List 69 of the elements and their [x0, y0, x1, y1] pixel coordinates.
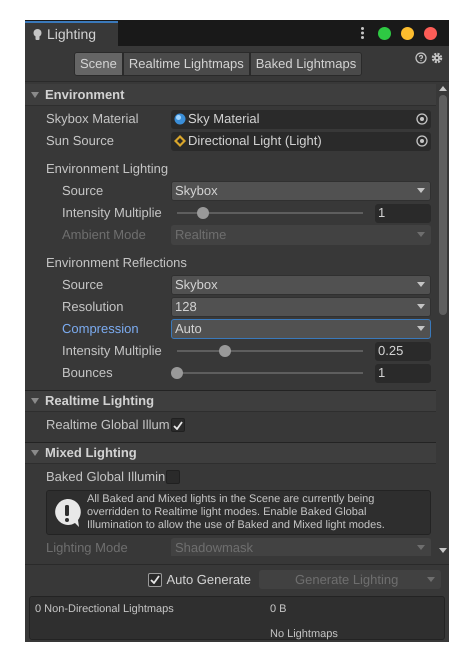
checkbox[interactable]	[148, 572, 162, 586]
object-picker-icon[interactable]	[416, 113, 428, 125]
caret-icon	[31, 397, 39, 405]
light-icon	[174, 135, 186, 147]
sphere-icon	[174, 113, 186, 125]
object-picker-icon[interactable]	[416, 135, 428, 147]
caret-icon	[31, 449, 39, 457]
object-value: Sky Material	[188, 110, 261, 128]
field-label: Sun Source	[46, 132, 115, 150]
field-label: Baked Global Illumin	[46, 468, 166, 486]
tab[interactable]: Scene	[74, 52, 123, 76]
window-tab[interactable]: Lighting	[25, 21, 118, 46]
number-field[interactable]: 1	[375, 204, 431, 222]
field-label: Skybox Material	[46, 110, 140, 128]
tab[interactable]: Baked Lightmaps	[250, 52, 362, 76]
dropdown[interactable]: 128	[171, 297, 431, 317]
caret-icon	[417, 282, 425, 288]
caret-icon	[417, 188, 425, 194]
check-icon	[172, 420, 183, 430]
checkbox[interactable]	[170, 418, 185, 432]
caret-icon	[427, 576, 435, 582]
field-label: Resolution	[62, 298, 124, 316]
field-label: Source	[62, 276, 104, 294]
field-label: Source	[62, 182, 104, 200]
field-label: Bounces	[62, 364, 114, 382]
caret-icon	[417, 304, 425, 310]
help-icon[interactable]	[415, 52, 427, 64]
lightbulb-icon	[33, 28, 42, 40]
dropdown[interactable]: Skybox	[171, 275, 431, 295]
number-field[interactable]: 0.25	[375, 342, 431, 360]
caret-icon	[31, 90, 39, 98]
tab[interactable]: Realtime Lightmaps	[122, 52, 250, 76]
field-label: Compression	[62, 320, 140, 338]
section-header[interactable]: Realtime Lighting	[25, 390, 436, 412]
object-field[interactable]: Directional Light (Light)	[171, 132, 431, 150]
checkbox-label: Auto Generate	[166, 570, 251, 589]
scrollbar-thumb[interactable]	[438, 95, 446, 315]
slider-thumb[interactable]	[219, 345, 232, 357]
caret-icon	[417, 326, 425, 332]
object-field[interactable]: Sky Material	[171, 110, 431, 128]
maximize-button[interactable]	[378, 26, 391, 40]
lightmap-status: No Lightmaps	[270, 626, 338, 642]
lightmap-size: 0 B	[270, 602, 288, 617]
scroll-up-icon[interactable]	[438, 86, 446, 92]
close-button[interactable]	[424, 26, 437, 40]
field-label: Realtime Global Illum	[46, 416, 170, 434]
warning-icon	[53, 498, 81, 528]
caret-icon	[417, 545, 425, 551]
caret-icon	[417, 232, 425, 238]
settings-icon[interactable]	[431, 52, 443, 64]
scroll-down-icon[interactable]	[438, 548, 446, 554]
dropdown[interactable]: Skybox	[171, 181, 431, 201]
number-field[interactable]: 1	[375, 364, 431, 382]
more-menu-icon[interactable]	[361, 27, 364, 39]
check-icon	[150, 575, 160, 584]
field-label: Intensity Multiplie	[62, 342, 163, 360]
field-label: Intensity Multiplie	[62, 204, 163, 222]
checkbox[interactable]	[166, 470, 180, 484]
section-header[interactable]: Mixed Lighting	[25, 442, 436, 464]
lightmap-count: 0 Non-Directional Lightmaps	[35, 602, 175, 617]
slider-thumb[interactable]	[197, 207, 210, 219]
group-heading: Environment Reflections	[46, 254, 187, 272]
help-text: All Baked and Mixed lights in the Scene are currently being overridden to Realtime light modes. Enable Baked Global Illumination to allow the use of Baked and Mixed light modes.	[87, 493, 386, 532]
section-header[interactable]: Environment	[25, 84, 436, 106]
minimize-button[interactable]	[401, 26, 414, 40]
slider-thumb[interactable]	[171, 367, 183, 379]
dropdown[interactable]: Auto	[171, 319, 431, 339]
object-value: Directional Light (Light)	[188, 132, 323, 150]
group-heading: Environment Lighting	[46, 160, 168, 178]
